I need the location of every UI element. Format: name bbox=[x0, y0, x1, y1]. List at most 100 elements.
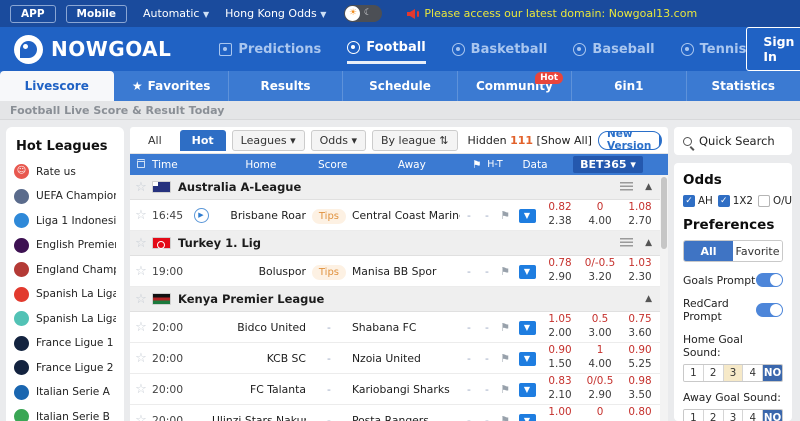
play-icon[interactable]: ▶ bbox=[194, 208, 209, 223]
match-row[interactable]: ☆ 16:45 ▶ Brisbane Roar Tips Central Coa… bbox=[130, 200, 660, 231]
scrollbar[interactable] bbox=[660, 175, 668, 421]
odds-away[interactable]: 0.753.60 bbox=[620, 313, 660, 340]
league-row-australia-a-league[interactable]: ☆ Australia A-League ▲ bbox=[130, 175, 660, 200]
sidebar-item-english-premier-league[interactable]: English Premier Le... bbox=[14, 238, 116, 253]
announcement-link[interactable]: Please access our latest domain: Nowgoal… bbox=[406, 7, 697, 20]
sidebar-item-france-ligue-2[interactable]: France Ligue 2 bbox=[14, 360, 116, 375]
collapse-icon[interactable]: ▲ bbox=[645, 238, 652, 248]
odds-home[interactable]: 0.822.38 bbox=[540, 201, 580, 228]
favorite-star-icon[interactable]: ☆ bbox=[135, 320, 147, 335]
sidebar-item-spanish-la-liga-2[interactable]: Spanish La Liga 2 bbox=[14, 311, 116, 326]
odds-away[interactable]: 0.983.50 bbox=[620, 375, 660, 402]
odds-handicap[interactable]: 04.00 bbox=[580, 201, 620, 228]
language-dropdown[interactable]: Automatic ▼ bbox=[143, 7, 209, 20]
home-sound-4[interactable]: 4 bbox=[743, 365, 763, 381]
odds-handicap[interactable]: 14.00 bbox=[580, 344, 620, 371]
standings-icon[interactable] bbox=[620, 238, 633, 248]
odds-home[interactable]: 0.782.90 bbox=[540, 257, 580, 284]
tab-community[interactable]: CommunityHot bbox=[458, 71, 572, 101]
collapse-icon[interactable]: ▲ bbox=[645, 182, 652, 192]
flag-icon[interactable]: ⚑ bbox=[496, 352, 514, 365]
odds-handicap[interactable]: 0/0.52.90 bbox=[580, 375, 620, 402]
away-team[interactable]: Shabana FC bbox=[352, 321, 460, 334]
nav-baseball[interactable]: Baseball bbox=[573, 36, 654, 63]
tab-6in1[interactable]: 6in1 bbox=[572, 71, 686, 101]
away-sound-3[interactable]: 3 bbox=[724, 410, 744, 421]
sidebar-item-france-ligue-1[interactable]: France Ligue 1 bbox=[14, 336, 116, 351]
version-toggle[interactable]: New Version Old Version bbox=[598, 131, 662, 150]
data-dropdown-icon[interactable]: ▼ bbox=[519, 321, 536, 335]
away-sound-no[interactable]: NO bbox=[763, 410, 782, 421]
league-row-turkey-1-lig[interactable]: ☆ Turkey 1. Lig ▲ bbox=[130, 231, 660, 256]
away-team[interactable]: Manisa BB Spor bbox=[352, 265, 460, 278]
sidebar-item-italian-serie-a[interactable]: Italian Serie A bbox=[14, 385, 116, 400]
away-team[interactable]: Nzoia United bbox=[352, 352, 460, 365]
redcard-prompt-toggle[interactable] bbox=[756, 303, 783, 317]
delete-icon[interactable] bbox=[137, 159, 145, 168]
data-dropdown-icon[interactable]: ▼ bbox=[519, 265, 536, 279]
away-sound-2[interactable]: 2 bbox=[704, 410, 724, 421]
tab-results[interactable]: Results bbox=[229, 71, 343, 101]
favorite-star-icon[interactable]: ☆ bbox=[135, 208, 147, 223]
odds-home[interactable]: 0.832.10 bbox=[540, 375, 580, 402]
league-name[interactable]: Kenya Premier League bbox=[178, 292, 324, 306]
nav-football[interactable]: Football bbox=[347, 34, 425, 64]
ah-checkbox[interactable]: ✓ bbox=[683, 195, 695, 207]
show-all-link[interactable]: [Show All] bbox=[537, 134, 592, 147]
favorite-star-icon[interactable]: ☆ bbox=[135, 382, 147, 397]
nav-tennis[interactable]: Tennis bbox=[681, 36, 747, 63]
favorite-star-icon[interactable]: ☆ bbox=[135, 413, 147, 421]
standings-icon[interactable] bbox=[620, 182, 633, 192]
tab-livescore[interactable]: Livescore bbox=[0, 71, 114, 101]
home-sound-2[interactable]: 2 bbox=[704, 365, 724, 381]
odds-handicap[interactable]: 0.53.00 bbox=[580, 313, 620, 340]
match-row[interactable]: ☆ 20:00 Ulinzi Stars Nakuru - Posta Rang… bbox=[130, 405, 660, 421]
1x2-checkbox[interactable]: ✓ bbox=[718, 195, 730, 207]
match-row[interactable]: ☆ 20:00 Bidco United - Shabana FC - - ⚑ … bbox=[130, 312, 660, 343]
sort-by-league-dropdown[interactable]: By league ⇅ bbox=[372, 130, 458, 151]
match-row[interactable]: ☆ 20:00 KCB SC - Nzoia United - - ⚑ ▼ 0.… bbox=[130, 343, 660, 374]
home-sound-1[interactable]: 1 bbox=[684, 365, 704, 381]
bookmaker-select[interactable]: BET365 ▾ bbox=[573, 156, 643, 173]
favorite-star-icon[interactable]: ☆ bbox=[135, 292, 147, 307]
away-team[interactable]: Posta Rangers bbox=[352, 414, 460, 421]
odds-handicap[interactable]: 02.90 bbox=[580, 406, 620, 421]
flag-icon[interactable]: ⚑ bbox=[496, 383, 514, 396]
flag-icon[interactable]: ⚑ bbox=[496, 414, 514, 421]
sidebar-item-liga-1-indonesia[interactable]: Liga 1 Indonesia bbox=[14, 213, 116, 228]
old-version-button[interactable]: Old Version bbox=[659, 131, 662, 150]
home-team[interactable]: Bidco United bbox=[212, 321, 306, 334]
mobile-button[interactable]: Mobile bbox=[66, 5, 128, 23]
tab-schedule[interactable]: Schedule bbox=[343, 71, 457, 101]
away-team[interactable]: Central Coast Mariners bbox=[352, 209, 460, 222]
match-row[interactable]: ☆ 19:00 Boluspor Tips Manisa BB Spor - -… bbox=[130, 256, 660, 287]
leagues-dropdown[interactable]: Leagues ▾ bbox=[232, 130, 305, 151]
away-team[interactable]: Kariobangi Sharks bbox=[352, 383, 460, 396]
nav-basketball[interactable]: Basketball bbox=[452, 36, 548, 63]
ou-checkbox[interactable] bbox=[758, 195, 770, 207]
odds-type-dropdown[interactable]: Hong Kong Odds ▼ bbox=[225, 7, 326, 20]
data-dropdown-icon[interactable]: ▼ bbox=[519, 383, 536, 397]
flag-icon[interactable]: ⚑ bbox=[496, 265, 514, 278]
collapse-icon[interactable]: ▲ bbox=[645, 294, 652, 304]
odds-home[interactable]: 1.002.75 bbox=[540, 406, 580, 421]
odds-away[interactable]: 1.032.30 bbox=[620, 257, 660, 284]
data-dropdown-icon[interactable]: ▼ bbox=[519, 414, 536, 421]
data-dropdown-icon[interactable]: ▼ bbox=[519, 209, 536, 223]
odds-away[interactable]: 0.802.50 bbox=[620, 406, 660, 421]
match-row[interactable]: ☆ 20:00 FC Talanta - Kariobangi Sharks -… bbox=[130, 374, 660, 405]
tips-badge[interactable]: Tips bbox=[312, 265, 346, 280]
data-dropdown-icon[interactable]: ▼ bbox=[519, 352, 536, 366]
odds-home[interactable]: 1.052.00 bbox=[540, 313, 580, 340]
sidebar-item-uefa-champions[interactable]: UEFA Champions L... bbox=[14, 189, 116, 204]
goals-prompt-toggle[interactable] bbox=[756, 273, 783, 287]
app-button[interactable]: APP bbox=[10, 5, 56, 23]
odds-home[interactable]: 0.901.50 bbox=[540, 344, 580, 371]
pref-favorite-button[interactable]: Favorite bbox=[733, 241, 782, 261]
filter-hot[interactable]: Hot bbox=[180, 130, 226, 151]
league-name[interactable]: Turkey 1. Lig bbox=[178, 236, 261, 250]
scrollbar-thumb[interactable] bbox=[661, 177, 667, 249]
theme-toggle[interactable]: ☀ ☾ bbox=[344, 5, 382, 22]
new-version-button[interactable]: New Version bbox=[599, 131, 659, 150]
sign-in-button[interactable]: Sign In bbox=[746, 27, 800, 71]
